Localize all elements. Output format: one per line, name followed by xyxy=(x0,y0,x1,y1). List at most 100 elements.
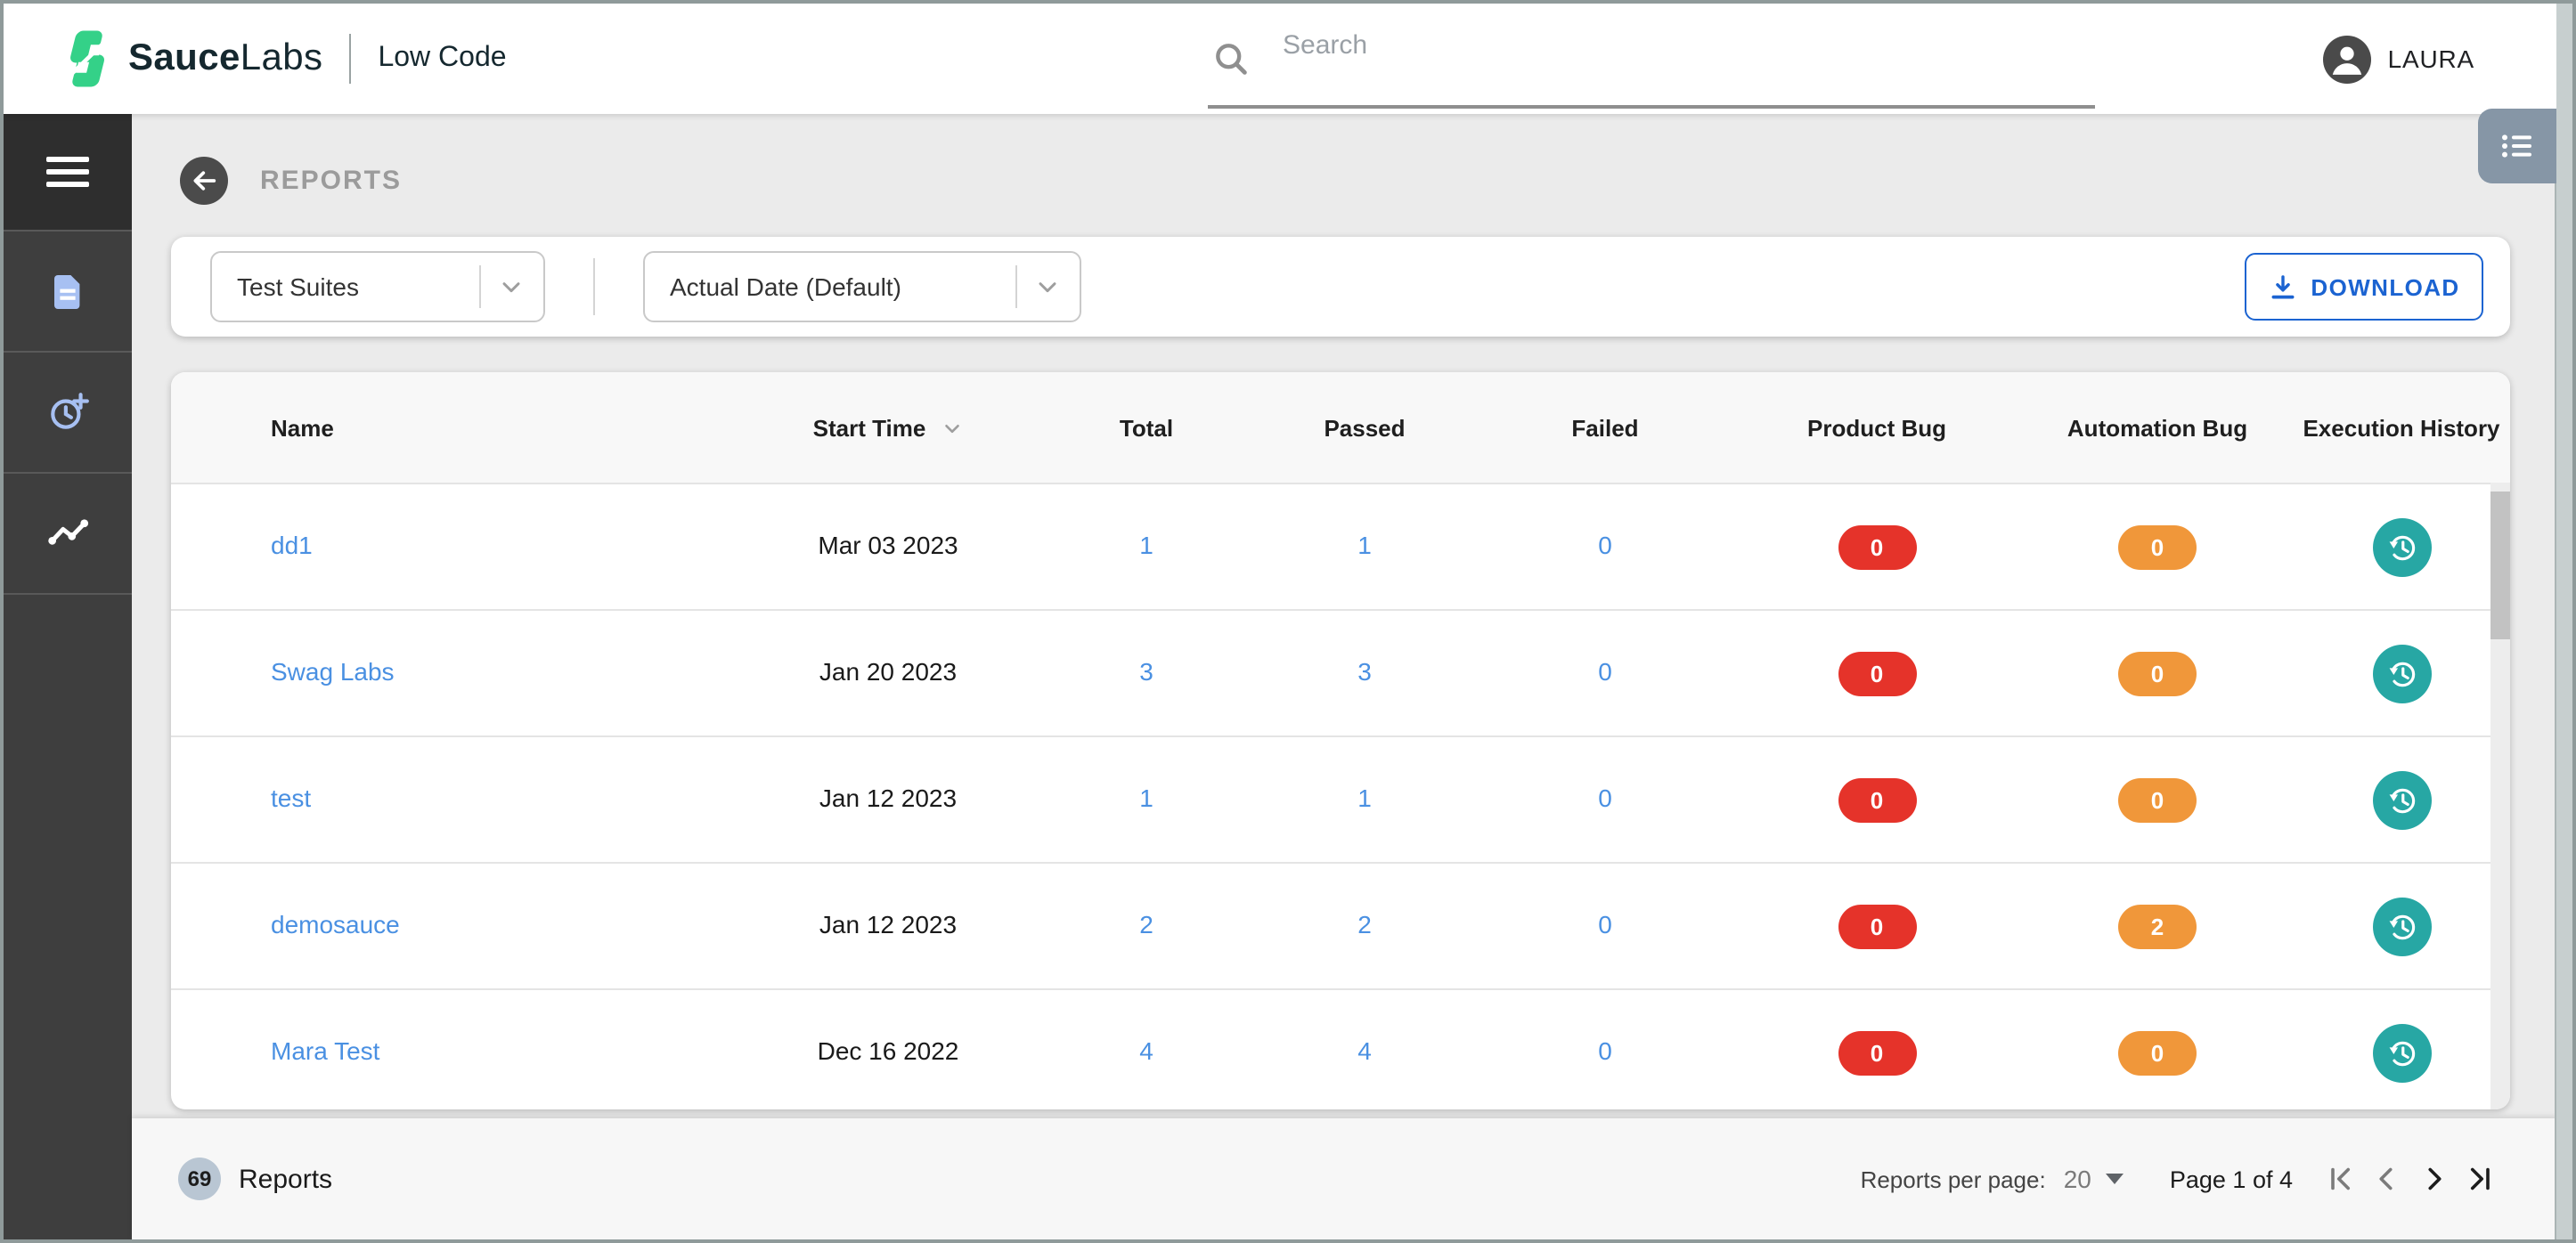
table-body: dd1 Mar 03 2023 1 1 0 0 0 Swag Labs Jan … xyxy=(171,483,2510,1109)
history-icon xyxy=(2388,534,2415,560)
select-divider xyxy=(1015,265,1017,308)
reports-count-badge: 69 xyxy=(178,1158,221,1200)
column-header-automation-bug: Automation Bug xyxy=(2067,414,2248,441)
main-content: REPORTS Test Suites Actual Date (Default… xyxy=(132,109,2556,1239)
column-header-passed: Passed xyxy=(1324,414,1406,441)
product-name: Low Code xyxy=(378,43,507,73)
execution-history-button[interactable] xyxy=(2372,517,2431,576)
app-window: SauceLabs Low Code LA xyxy=(0,0,2576,1243)
automation-bug-badge: 0 xyxy=(2118,777,2197,822)
first-page-icon xyxy=(2331,1167,2351,1190)
start-time-cell: Jan 20 2023 xyxy=(819,657,958,686)
hamburger-icon xyxy=(46,149,89,195)
top-bar: SauceLabs Low Code LA xyxy=(4,4,2556,114)
user-name: LAURA xyxy=(2387,45,2474,73)
execution-history-button[interactable] xyxy=(2372,897,2431,955)
trend-icon xyxy=(47,519,88,545)
start-time-cell: Jan 12 2023 xyxy=(819,910,958,938)
sidebar-menu-toggle[interactable] xyxy=(4,114,132,230)
total-link[interactable]: 1 xyxy=(1139,784,1153,812)
passed-link[interactable]: 2 xyxy=(1357,910,1372,938)
total-link[interactable]: 4 xyxy=(1139,1036,1153,1065)
column-header-failed: Failed xyxy=(1571,414,1639,441)
history-icon xyxy=(2388,661,2415,686)
total-link[interactable]: 1 xyxy=(1139,531,1153,559)
column-header-product-bug: Product Bug xyxy=(1807,414,1946,441)
product-bug-badge: 0 xyxy=(1838,1030,1916,1075)
download-button-label: DOWNLOAD xyxy=(2311,273,2460,300)
failed-link[interactable]: 0 xyxy=(1598,657,1612,686)
start-time-cell: Dec 16 2022 xyxy=(817,1036,959,1065)
passed-link[interactable]: 1 xyxy=(1357,784,1372,812)
failed-link[interactable]: 0 xyxy=(1598,784,1612,812)
reports-table: Name Start Time Total Passed Failed Prod… xyxy=(171,372,2510,1109)
previous-page-button[interactable] xyxy=(2364,1158,2410,1200)
scrollbar-thumb[interactable] xyxy=(2490,492,2510,639)
execution-history-button[interactable] xyxy=(2372,644,2431,703)
sidebar-item-schedules[interactable] xyxy=(4,351,132,472)
column-header-start-time[interactable]: Start Time xyxy=(732,414,1044,441)
search-underline xyxy=(1208,105,2095,109)
search-input[interactable] xyxy=(1279,28,2034,62)
report-name-link[interactable]: dd1 xyxy=(271,531,313,559)
search-icon xyxy=(1216,44,1247,75)
report-name-link[interactable]: Mara Test xyxy=(271,1036,379,1065)
execution-history-button[interactable] xyxy=(2372,770,2431,829)
list-view-button[interactable] xyxy=(2478,109,2556,183)
failed-link[interactable]: 0 xyxy=(1598,1036,1612,1065)
automation-bug-badge: 0 xyxy=(2118,651,2197,695)
failed-link[interactable]: 0 xyxy=(1598,910,1612,938)
total-link[interactable]: 2 xyxy=(1139,910,1153,938)
execution-history-button[interactable] xyxy=(2372,1023,2431,1082)
saucelabs-logo-icon xyxy=(66,30,109,87)
chevron-left-icon xyxy=(2379,1167,2393,1190)
window-scroll-gutter[interactable] xyxy=(2555,4,2572,1239)
document-icon xyxy=(54,274,80,308)
date-select[interactable]: Actual Date (Default) xyxy=(643,251,1081,322)
brand-divider xyxy=(349,34,352,84)
sidebar-item-reports[interactable] xyxy=(4,230,132,351)
passed-link[interactable]: 1 xyxy=(1357,531,1372,559)
table-scrollbar[interactable] xyxy=(2490,483,2510,1109)
history-icon xyxy=(2388,787,2415,813)
table-row: Swag Labs Jan 20 2023 3 3 0 0 0 xyxy=(171,609,2510,735)
start-time-cell: Jan 12 2023 xyxy=(819,784,958,812)
product-bug-badge: 0 xyxy=(1838,904,1916,948)
passed-link[interactable]: 3 xyxy=(1357,657,1372,686)
dropdown-triangle-icon xyxy=(2105,1174,2124,1184)
brand-name: SauceLabs xyxy=(128,37,322,80)
product-bug-badge: 0 xyxy=(1838,651,1916,695)
last-page-icon xyxy=(2470,1167,2490,1190)
test-suites-select-value: Test Suites xyxy=(237,272,359,301)
chevron-down-icon xyxy=(1033,272,1062,301)
report-name-link[interactable]: Swag Labs xyxy=(271,657,395,686)
last-page-button[interactable] xyxy=(2457,1158,2503,1200)
passed-link[interactable]: 4 xyxy=(1357,1036,1372,1065)
report-name-link[interactable]: test xyxy=(271,784,311,812)
product-bug-badge: 0 xyxy=(1838,524,1916,569)
table-row: demosauce Jan 12 2023 2 2 0 0 2 xyxy=(171,862,2510,988)
chevron-down-icon xyxy=(497,272,526,301)
brand: SauceLabs Low Code xyxy=(4,27,507,91)
test-suites-select[interactable]: Test Suites xyxy=(210,251,545,322)
back-button[interactable] xyxy=(180,157,228,205)
user-menu[interactable]: LAURA xyxy=(2323,4,2474,114)
select-divider xyxy=(479,265,481,308)
report-name-link[interactable]: demosauce xyxy=(271,910,400,938)
brand-name-regular: Labs xyxy=(240,37,323,78)
per-page-select[interactable]: 20 xyxy=(2064,1165,2124,1193)
sidebar xyxy=(4,114,132,1239)
total-link[interactable]: 3 xyxy=(1139,657,1153,686)
failed-link[interactable]: 0 xyxy=(1598,531,1612,559)
table-row: Mara Test Dec 16 2022 4 4 0 0 0 xyxy=(171,988,2510,1109)
column-header-name: Name xyxy=(271,414,334,441)
next-page-button[interactable] xyxy=(2410,1158,2457,1200)
date-select-value: Actual Date (Default) xyxy=(670,272,901,301)
automation-bug-badge: 2 xyxy=(2118,904,2197,948)
per-page-label: Reports per page: xyxy=(1860,1166,2046,1192)
first-page-button[interactable] xyxy=(2318,1158,2364,1200)
sidebar-item-insights[interactable] xyxy=(4,472,132,595)
download-button[interactable]: DOWNLOAD xyxy=(2245,253,2483,321)
avatar xyxy=(2323,35,2372,83)
download-icon xyxy=(2271,274,2295,298)
